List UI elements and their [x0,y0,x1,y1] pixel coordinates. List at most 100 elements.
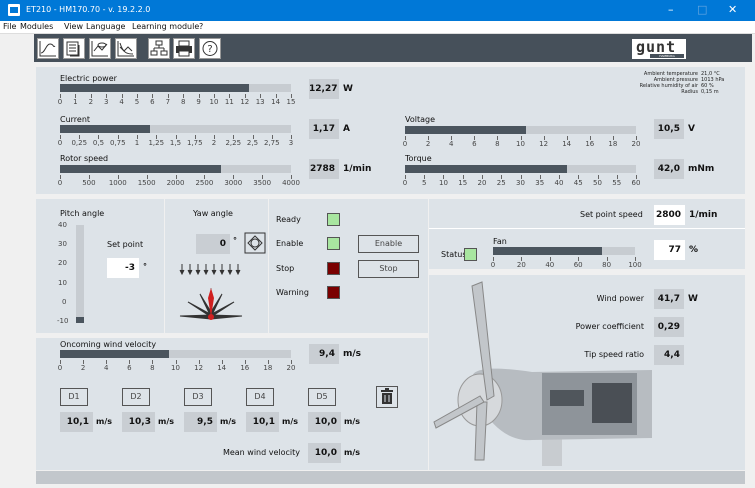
scale-tick-label: 40 [554,179,564,187]
scale-tick-label: 10 [171,364,180,372]
trend-chart-icon[interactable] [37,38,59,59]
stop-button[interactable]: Stop [358,260,419,278]
fan-unit: % [689,245,699,255]
scale-tick-label: 8 [180,98,186,106]
current-scale: 0 0,25 0,5 0,75 1 1,25 1,5 1,75 2 2,25 2,5 2,75 3 [58,135,294,147]
d3-button[interactable]: D3 [184,388,212,406]
torque-label: Torque [405,154,432,163]
trash-icon[interactable] [376,386,398,408]
d1-value: 10,1 [60,412,93,432]
scale-tick-label: 4000 [282,179,300,187]
current-value: 1,17 [309,119,339,139]
menu-bar: File Modules View Language Learning modu… [0,21,755,34]
wind-velocity-value: 9,4 [309,344,339,364]
gunt-logo: gunt HAMBURG [632,38,686,59]
d1-unit: m/s [96,417,113,426]
scale-tick-label: 13 [255,98,265,106]
voltage-label: Voltage [405,115,436,124]
fan-scale: 0 20 40 60 80 100 [490,257,642,269]
scale-tick-label: 4 [119,98,124,106]
rotor-speed-label: Rotor speed [60,154,109,163]
scale-tick-label: 80 [602,261,612,269]
ready-label: Ready [276,215,301,224]
status-label: Status [441,250,467,259]
rotor-speed-scale: 0 500 1000 1500 2000 2500 3000 3500 4000 [57,175,300,187]
menu-modules[interactable]: Modules [20,22,53,31]
set-point-speed-label: Set point speed [580,210,643,219]
yaw-value: 0 [196,234,230,254]
scale-tick-label: 0 [57,179,63,187]
scale-tick-label: 0,25 [71,139,88,147]
scale-tick-label: 0 [402,140,408,148]
scale-tick-label: 6 [472,140,477,148]
scale-tick-label: 0 [57,98,63,106]
title-bar: ET210 - HM170.70 - v. 19.2.2.0 – □ ✕ [0,0,755,21]
scale-tick-label: 12 [194,364,204,372]
minimize-icon[interactable]: – [668,3,674,16]
scale-tick-label: 20 [516,261,526,269]
d3-unit: m/s [220,417,237,426]
menu-learning-module[interactable]: Learning module [132,22,199,31]
d2-button[interactable]: D2 [122,388,150,406]
d2-value: 10,3 [122,412,155,432]
help-icon[interactable]: ? [199,38,221,59]
scale-tick-label: 35 [535,179,545,187]
signal-view-icon[interactable] [89,38,111,59]
scale-tick-label: 500 [82,179,96,187]
scale-tick-label: 16 [585,140,595,148]
scale-tick-label: 0,5 [92,139,105,147]
scale-tick-label: 3500 [253,179,272,187]
scale-tick-label: 18 [263,364,273,372]
scale-tick-label: 2 [88,98,94,106]
torque-scale: 0 5 10 15 20 25 30 35 40 45 50 55 60 [403,175,640,187]
scale-tick-label: 1500 [137,179,156,187]
scale-tick-label: 5 [134,98,140,106]
scale-tick-label: 1,75 [186,139,203,147]
scale-tick-label: 50 [593,179,602,187]
scale-tick-label: 4 [448,140,454,148]
structure-icon[interactable] [148,38,170,59]
rotor-speed-unit: 1/min [343,164,372,174]
scale-tick-label: 8 [150,364,155,372]
scale-tick-label: 1 [134,139,140,147]
scale-tick-label: 0 [490,261,496,269]
scale-tick-label: 2,75 [263,139,280,147]
warning-indicator [327,286,340,299]
pitch-tick: 0 [62,298,67,306]
stop-label: Stop [276,264,295,273]
menu-view[interactable]: View [64,22,83,31]
pitch-tick: 40 [58,221,67,229]
scale-tick-label: 3 [288,139,294,147]
data-table-icon[interactable] [63,38,85,59]
fan-input[interactable]: 77 [654,240,685,260]
set-point-speed-input[interactable]: 2800 [654,205,685,225]
scale-tick-label: 6 [127,364,132,372]
curve-icon[interactable] [115,38,137,59]
d4-button[interactable]: D4 [246,388,274,406]
menu-file[interactable]: File [3,22,16,31]
d5-button[interactable]: D5 [308,388,336,406]
ambient-labels: Ambient temperature Ambient pressure Rel… [639,71,698,95]
d4-value: 10,1 [246,412,279,432]
ready-indicator [327,213,340,226]
close-icon[interactable]: ✕ [728,3,737,16]
scale-tick-label: 2,5 [246,139,259,147]
set-point-label: Set point [107,240,144,249]
enable-button[interactable]: Enable [358,235,419,253]
menu-help[interactable]: ? [199,22,203,31]
scale-tick-label: 11 [224,98,234,106]
voltage-bar [405,126,636,134]
scale-tick-label: 2 [80,364,86,372]
scale-tick-label: 2000 [166,179,185,187]
menu-language[interactable]: Language [86,22,125,31]
print-icon[interactable] [173,38,195,59]
electric-power-label: Electric power [60,74,117,83]
pitch-set-point-input[interactable]: -3 [107,258,139,278]
rotor-speed-value: 2788 [309,159,339,179]
yaw-rotate-icon[interactable] [244,232,266,254]
maximize-icon[interactable]: □ [697,3,707,16]
warning-label: Warning [276,288,309,297]
scale-tick-label: 15 [286,98,296,106]
scale-tick-label: 1 [73,98,78,106]
d1-button[interactable]: D1 [60,388,88,406]
